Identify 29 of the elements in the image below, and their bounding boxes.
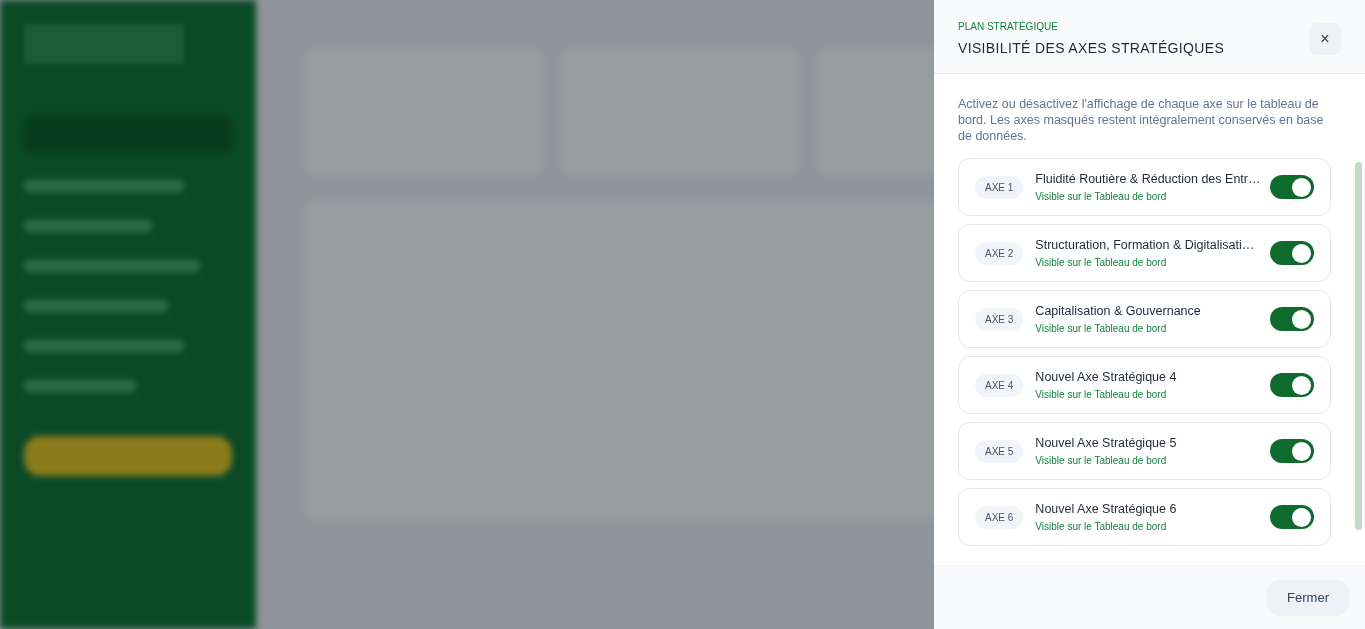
visibility-toggle[interactable] <box>1270 439 1314 463</box>
axis-name: Structuration, Formation & Digitalisati… <box>1035 237 1256 255</box>
visibility-toggle[interactable] <box>1270 175 1314 199</box>
axis-name: Nouvel Axe Stratégique 4 <box>1035 369 1178 387</box>
axis-name: Fluidité Routière & Réduction des Entr… <box>1035 171 1258 189</box>
close-button[interactable]: × <box>1309 22 1341 55</box>
axis-badge: AXE 2 <box>975 241 1024 265</box>
axis-badge: AXE 5 <box>975 439 1024 463</box>
axis-status: Visible sur le Tableau de bord <box>1035 321 1168 336</box>
axis-name: Capitalisation & Gouvernance <box>1035 303 1202 321</box>
axis-status: Visible sur le Tableau de bord <box>1035 453 1168 468</box>
axis-status: Visible sur le Tableau de bord <box>1035 255 1168 270</box>
panel-description: Activez ou désactivez l'affichage de chaque axe sur le tableau de bord. Les axes masqués restent intégralement conservés en base de données. <box>958 96 1325 144</box>
axis-status: Visible sur le Tableau de bord <box>1035 519 1168 534</box>
visibility-toggle[interactable] <box>1270 241 1314 265</box>
visibility-toggle[interactable] <box>1270 505 1314 529</box>
panel-title: VISIBILITÉ DES AXES STRATÉGIQUES <box>958 38 1225 58</box>
panel-eyebrow: PLAN STRATÉGIQUE <box>958 19 1059 34</box>
axis-badge: AXE 3 <box>975 307 1024 331</box>
close-panel-button[interactable]: Fermer <box>1267 580 1349 616</box>
axis-badge: AXE 1 <box>975 175 1024 199</box>
axis-status: Visible sur le Tableau de bord <box>1035 189 1168 204</box>
visibility-toggle[interactable] <box>1270 307 1314 331</box>
visibility-toggle[interactable] <box>1270 373 1314 397</box>
axis-status: Visible sur le Tableau de bord <box>1035 387 1168 402</box>
axis-badge: AXE 6 <box>975 505 1024 529</box>
axis-name: Nouvel Axe Stratégique 6 <box>1035 501 1178 519</box>
axis-name: Nouvel Axe Stratégique 5 <box>1035 435 1178 453</box>
axis-badge: AXE 4 <box>975 373 1024 397</box>
